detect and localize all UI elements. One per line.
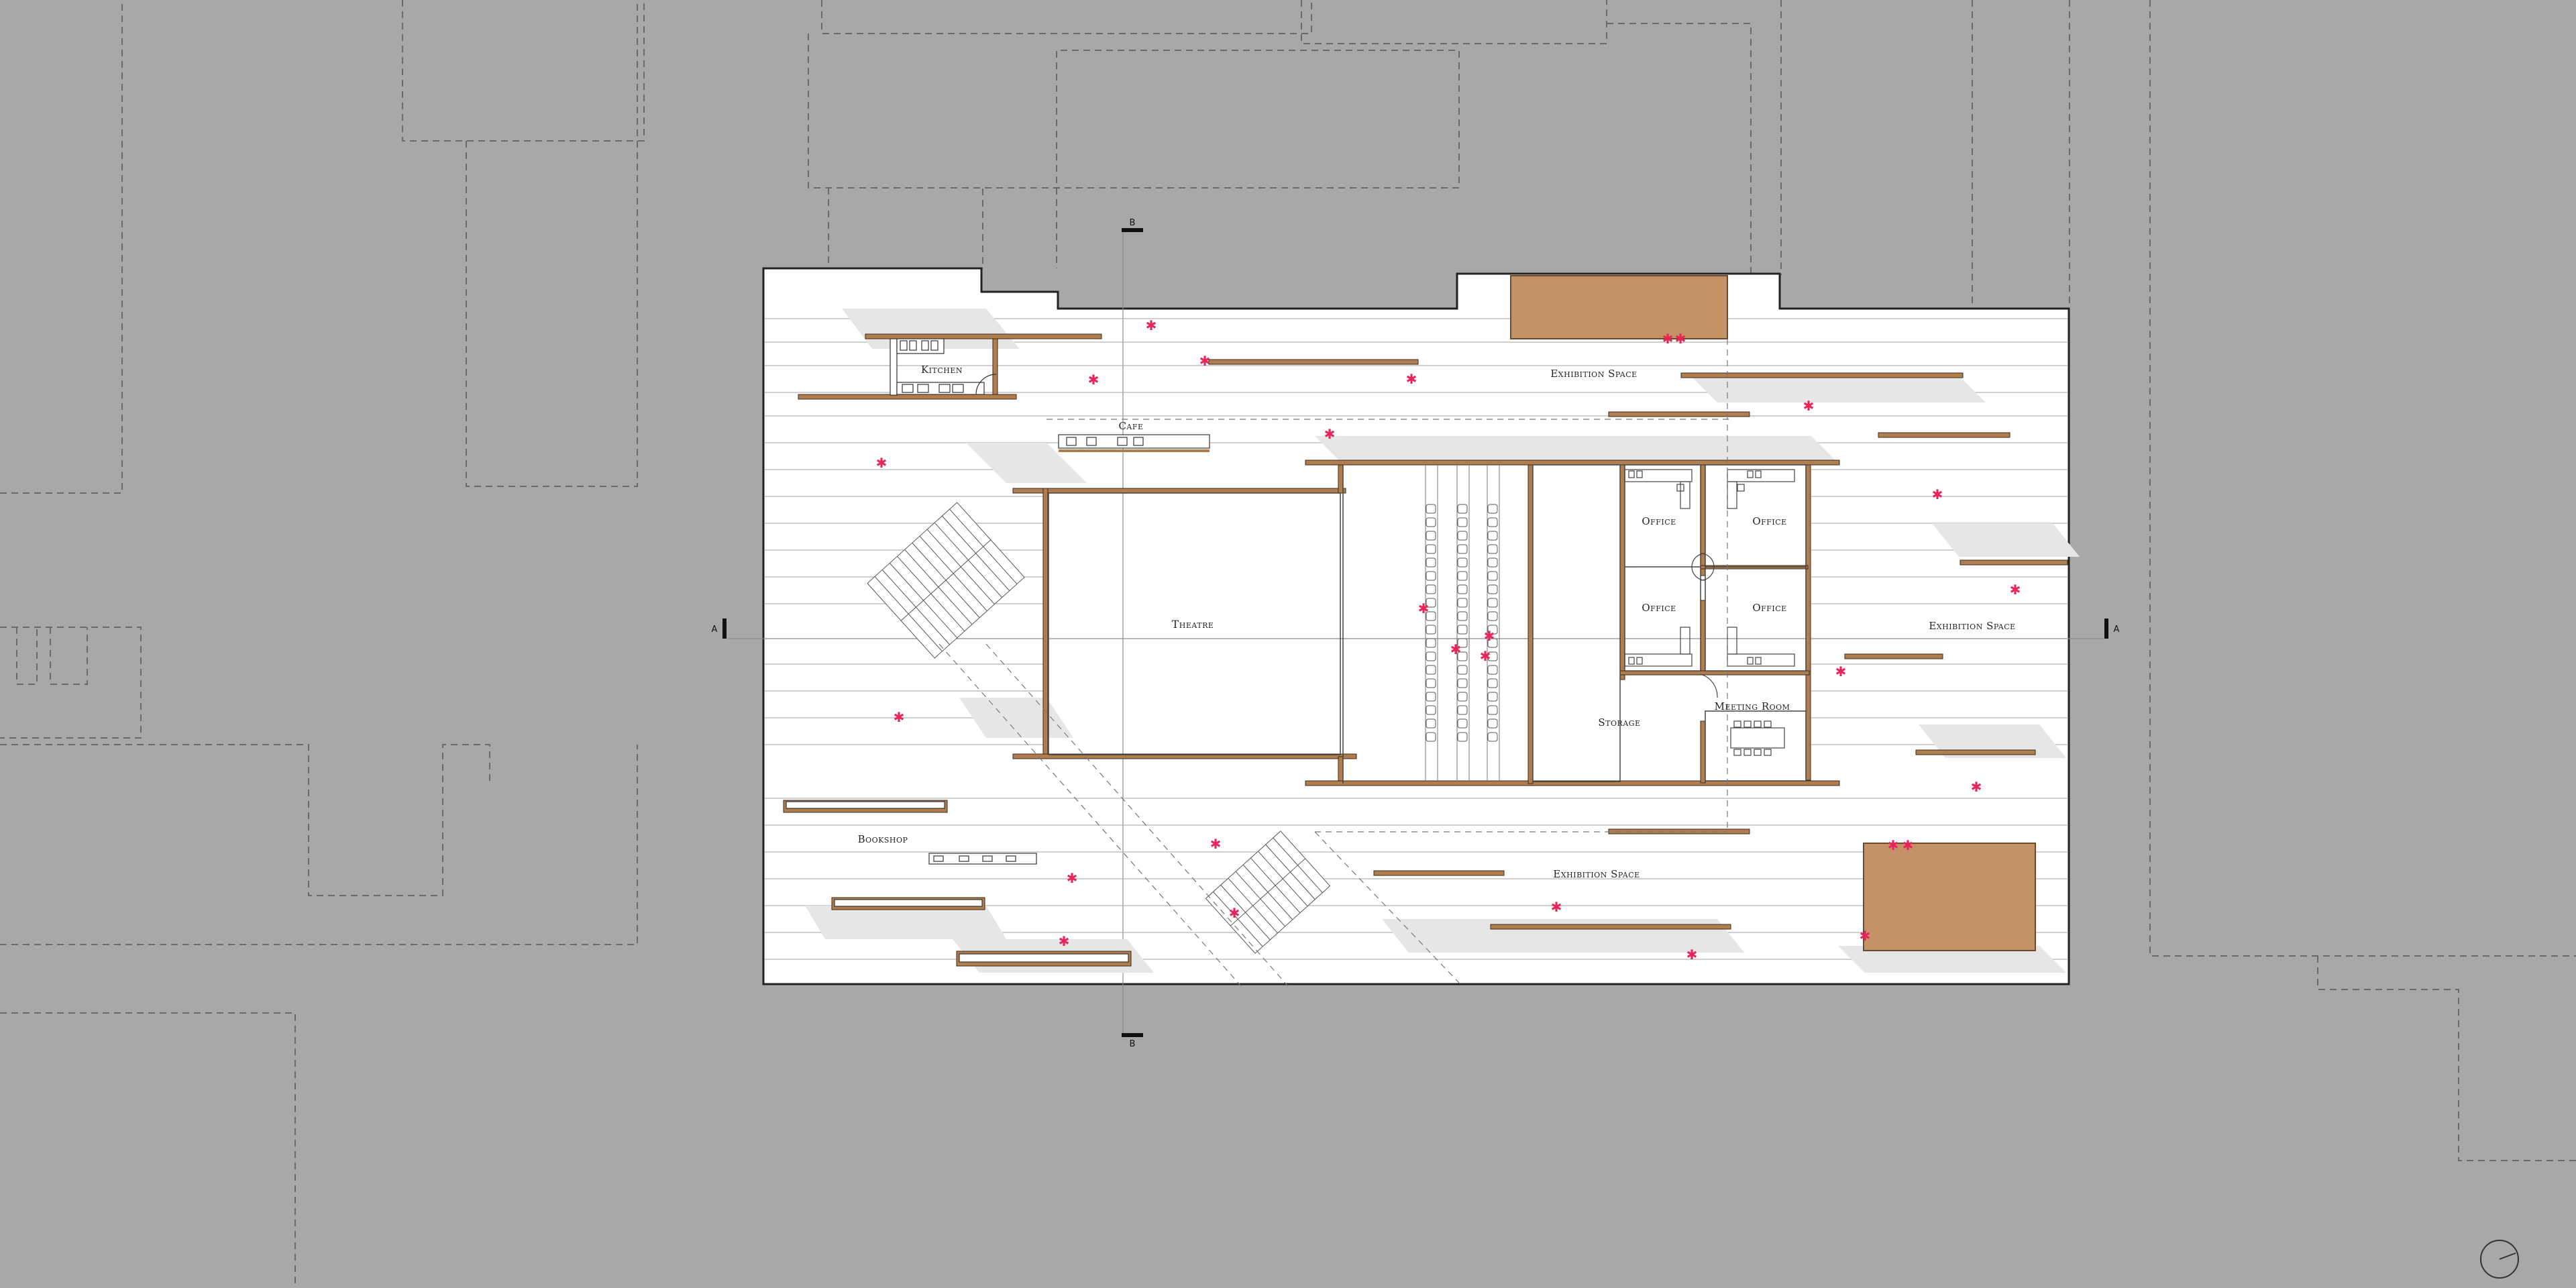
section-marker-b-bottom: B (1122, 1033, 1143, 1049)
exhibition-space-top-label: Exhibition Space (1550, 368, 1637, 380)
svg-text:✱: ✱ (1888, 837, 1899, 853)
svg-text:A: A (2114, 625, 2120, 635)
svg-text:✱: ✱ (1059, 933, 1070, 949)
svg-text:✱: ✱ (1835, 663, 1847, 680)
svg-text:✱: ✱ (1067, 870, 1078, 886)
cafe-counter (1058, 434, 1210, 452)
exhibition-block-bottom (1863, 843, 2036, 951)
north-arrow-icon (2480, 1240, 2519, 1279)
svg-text:✱: ✱ (1860, 928, 1871, 944)
meeting-room-label: Meeting Room (1715, 700, 1790, 712)
office-label-1: Office (1642, 515, 1676, 527)
svg-text:✱: ✱ (1662, 331, 1674, 347)
svg-text:✱: ✱ (1210, 836, 1222, 852)
svg-text:✱: ✱ (1675, 331, 1686, 347)
svg-text:✱: ✱ (1418, 600, 1430, 616)
svg-text:✱: ✱ (1902, 837, 1914, 853)
svg-text:✱: ✱ (1450, 641, 1462, 657)
cafe-label: Cafe (1118, 420, 1143, 432)
office-label-3: Office (1642, 602, 1676, 614)
svg-text:✱: ✱ (1932, 486, 1943, 502)
svg-text:✱: ✱ (1480, 648, 1491, 664)
section-marker-a-right: A (2104, 619, 2120, 639)
bookshop-label: Bookshop (858, 833, 908, 845)
section-marker-b-top: B (1122, 218, 1143, 232)
floor-plan-drawing: ✱✱✱ ✱✱ ✱ ✱✱✱ ✱✱✱ ✱✱✱ ✱✱✱ ✱ ✱ ✱ ✱✱✱ ✱✱✱ Kitc… (0, 0, 2576, 1288)
section-marker-a-left: A (712, 619, 727, 639)
svg-text:✱: ✱ (1146, 317, 1157, 333)
svg-text:✱: ✱ (1324, 426, 1336, 442)
svg-text:✱: ✱ (2010, 582, 2021, 598)
svg-text:✱: ✱ (894, 709, 905, 725)
svg-text:✱: ✱ (1803, 398, 1815, 414)
svg-text:✱: ✱ (1406, 371, 1417, 387)
svg-text:✱: ✱ (876, 455, 888, 471)
theatre-label: Theatre (1172, 618, 1214, 631)
kitchen-label: Kitchen (921, 364, 963, 376)
storage-label: Storage (1598, 716, 1640, 729)
svg-text:✱: ✱ (1686, 947, 1698, 963)
office-label-4: Office (1752, 602, 1786, 614)
svg-text:✱: ✱ (1088, 372, 1099, 388)
svg-text:✱: ✱ (1971, 779, 1982, 795)
svg-text:B: B (1130, 218, 1136, 228)
svg-text:✱: ✱ (1229, 905, 1240, 921)
svg-text:A: A (712, 625, 718, 635)
office-label-2: Office (1752, 515, 1786, 527)
exhibition-space-right-label: Exhibition Space (1929, 620, 2015, 632)
svg-text:✱: ✱ (1551, 899, 1562, 915)
exhibition-space-bottom-label: Exhibition Space (1553, 868, 1640, 880)
svg-text:✱: ✱ (1199, 353, 1211, 369)
exhibition-block-top (1510, 275, 1728, 339)
svg-text:✱: ✱ (1484, 628, 1495, 644)
svg-text:B: B (1130, 1039, 1136, 1049)
